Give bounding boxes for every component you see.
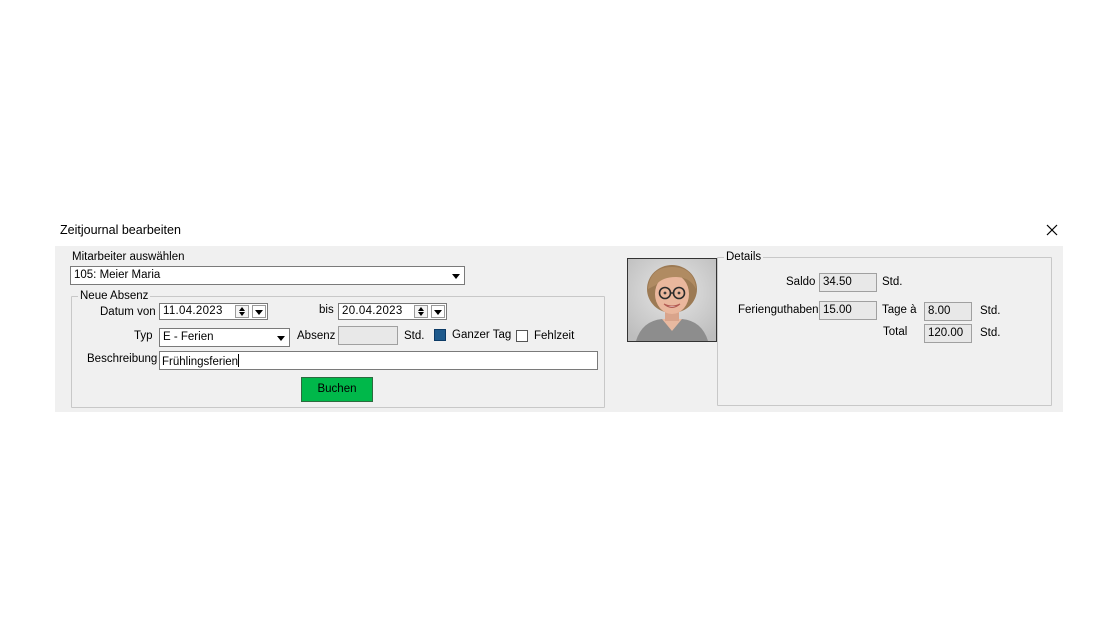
saldo-value: 34.50	[823, 276, 852, 288]
date-from-value: 11.04.2023	[163, 305, 223, 317]
arrow-down-icon	[418, 312, 424, 316]
close-button[interactable]	[1042, 220, 1062, 240]
full-day-label[interactable]: Ganzer Tag	[452, 329, 511, 341]
date-to-dropdown-button[interactable]	[431, 305, 445, 318]
details-legend: Details	[726, 251, 762, 263]
chevron-down-icon	[452, 274, 460, 279]
date-from-label: Datum von	[100, 306, 156, 318]
window-title: Zeitjournal bearbeiten	[60, 223, 181, 237]
description-label: Beschreibung	[87, 353, 158, 365]
chevron-down-icon	[255, 310, 263, 315]
employee-photo	[627, 258, 717, 342]
book-button[interactable]: Buchen	[301, 377, 373, 402]
ferienguthaben-field: 15.00	[819, 301, 877, 320]
date-from-spinner[interactable]	[235, 305, 249, 318]
total-field: 120.00	[924, 324, 972, 343]
chevron-down-icon	[277, 336, 285, 341]
employee-selected-value: 105: Meier Maria	[74, 269, 161, 281]
saldo-label: Saldo	[786, 276, 816, 288]
date-to-label: bis	[319, 304, 334, 316]
ferienguthaben-label: Ferienguthaben	[738, 304, 819, 316]
employee-label: Mitarbeiter auswählen	[72, 251, 185, 263]
employee-dropdown-button[interactable]	[448, 267, 464, 284]
type-select[interactable]: E - Ferien	[159, 328, 290, 347]
date-from-picker[interactable]: 11.04.2023	[159, 303, 268, 320]
date-to-value: 20.04.2023	[342, 305, 403, 317]
absenz-hours-field[interactable]	[338, 326, 398, 345]
type-selected-value: E - Ferien	[163, 331, 214, 343]
fehlzeit-label[interactable]: Fehlzeit	[534, 330, 574, 342]
description-value: Frühlingsferien	[162, 356, 239, 368]
fehlzeit-checkbox[interactable]	[516, 330, 528, 342]
tage-label: Tage à	[882, 304, 917, 316]
tage-unit: Std.	[980, 305, 1001, 317]
close-icon	[1046, 224, 1058, 236]
full-day-checkbox[interactable]	[434, 329, 446, 341]
ferienguthaben-value: 15.00	[823, 304, 852, 316]
chevron-down-icon	[434, 310, 442, 315]
type-dropdown-button[interactable]	[273, 329, 289, 346]
date-to-spinner[interactable]	[414, 305, 428, 318]
employee-portrait-image	[628, 259, 716, 341]
absenz-unit: Std.	[404, 330, 425, 342]
employee-select[interactable]: 105: Meier Maria	[70, 266, 465, 285]
type-label: Typ	[134, 330, 153, 342]
text-caret	[238, 354, 240, 367]
arrow-up-icon	[239, 307, 245, 311]
tage-value: 8.00	[928, 305, 951, 317]
dialog-body: Mitarbeiter auswählen 105: Meier Maria N…	[55, 246, 1063, 412]
saldo-field: 34.50	[819, 273, 877, 292]
total-value: 120.00	[928, 327, 964, 339]
total-unit: Std.	[980, 327, 1001, 339]
arrow-up-icon	[418, 307, 424, 311]
date-to-picker[interactable]: 20.04.2023	[338, 303, 447, 320]
new-absence-legend: Neue Absenz	[80, 290, 149, 302]
arrow-down-icon	[239, 312, 245, 316]
tage-field: 8.00	[924, 302, 972, 321]
description-input[interactable]: Frühlingsferien	[159, 351, 598, 370]
date-from-dropdown-button[interactable]	[252, 305, 266, 318]
saldo-unit: Std.	[882, 276, 903, 288]
total-label: Total	[883, 326, 908, 338]
absenz-label: Absenz	[297, 330, 336, 342]
